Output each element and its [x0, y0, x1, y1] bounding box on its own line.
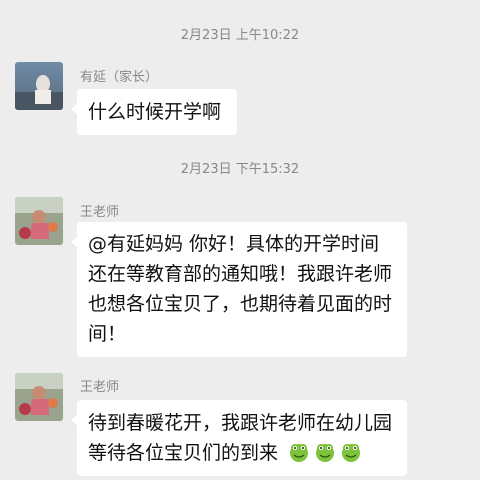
frog-emoji-icon	[288, 441, 310, 463]
sender-name: 王老师	[80, 380, 120, 395]
timestamp-2: 2月23日 下午15:32	[180, 162, 300, 177]
teacher-avatar[interactable]	[15, 373, 63, 421]
sender-name: 有延（家长）	[80, 70, 159, 85]
timestamp-1: 2月23日 上午10:22	[180, 28, 300, 43]
frog-emoji-icon	[340, 441, 362, 463]
sender-name: 王老师	[80, 205, 120, 220]
parent-avatar[interactable]	[15, 62, 63, 110]
teacher-avatar[interactable]	[15, 197, 63, 245]
message-text: 什么时候开学啊	[88, 101, 222, 123]
message-bubble[interactable]: 什么时候开学啊	[71, 89, 237, 135]
message-bubble[interactable]: @有延妈妈 你好！具体的开学时间还在等教育部的通知哦！我跟许老师也想各位宝贝了，…	[71, 222, 407, 357]
frog-emoji-icon	[314, 441, 336, 463]
message-bubble[interactable]: 待到春暖花开，我跟许老师在幼儿园等待各位宝贝们的到来	[71, 400, 407, 476]
message-text: @有延妈妈 你好！具体的开学时间还在等教育部的通知哦！我跟许老师也想各位宝贝了，…	[88, 233, 393, 345]
